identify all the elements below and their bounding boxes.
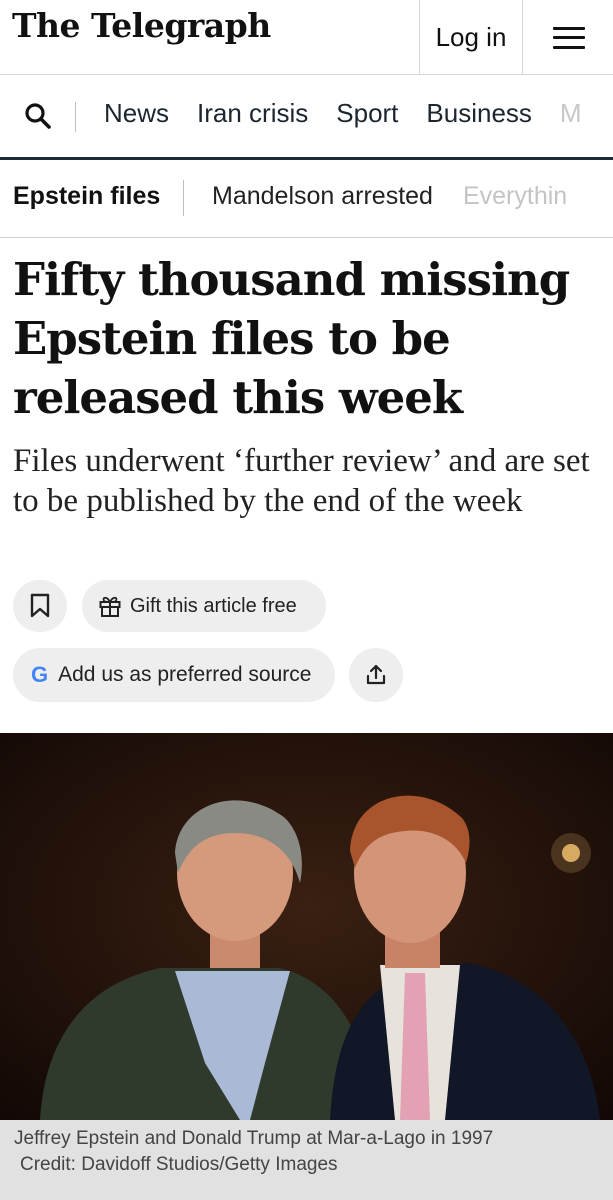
topic-divider bbox=[183, 180, 184, 216]
nav-divider bbox=[75, 102, 76, 132]
bookmark-icon bbox=[30, 593, 50, 618]
preferred-source-label: Add us as preferred source bbox=[58, 663, 312, 686]
nav-item-more[interactable]: M bbox=[560, 98, 582, 129]
topic-everything[interactable]: Everythin bbox=[463, 182, 567, 211]
share-button[interactable] bbox=[349, 648, 403, 702]
nav-item-news[interactable]: News bbox=[104, 98, 169, 129]
site-header: The Telegraph Log in bbox=[0, 0, 613, 75]
photo-caption: Jeffrey Epstein and Donald Trump at Mar-… bbox=[0, 1120, 613, 1200]
topic-nav: Epstein files Mandelson arrested Everyth… bbox=[0, 162, 613, 238]
gift-article-label: Gift this article free bbox=[130, 594, 297, 617]
share-icon bbox=[366, 664, 386, 685]
lead-photo bbox=[0, 733, 613, 1120]
nav-item-iran-crisis[interactable]: Iran crisis bbox=[197, 98, 308, 129]
article-standfirst: Files underwent ‘further review’ and are… bbox=[13, 443, 590, 519]
primary-nav: News Iran crisis Sport Business M bbox=[0, 76, 613, 160]
menu-button[interactable] bbox=[524, 0, 613, 75]
photo-credit: Credit: Davidoff Studios/Getty Images bbox=[20, 1154, 338, 1175]
topic-epstein-files[interactable]: Epstein files bbox=[13, 182, 160, 211]
gift-icon bbox=[99, 596, 121, 617]
nav-item-sport[interactable]: Sport bbox=[336, 98, 398, 129]
telegraph-logo[interactable]: The Telegraph bbox=[12, 6, 271, 45]
bookmark-button[interactable] bbox=[13, 580, 67, 632]
hamburger-menu-icon bbox=[552, 26, 585, 49]
nav-item-business[interactable]: Business bbox=[426, 98, 532, 129]
topic-mandelson-arrested[interactable]: Mandelson arrested bbox=[212, 182, 433, 211]
preferred-source-button[interactable]: G Add us as preferred source bbox=[13, 648, 335, 702]
login-button[interactable]: Log in bbox=[419, 0, 523, 75]
caption-text: Jeffrey Epstein and Donald Trump at Mar-… bbox=[14, 1128, 494, 1149]
search-icon[interactable] bbox=[24, 102, 52, 130]
photo-illustration bbox=[0, 733, 613, 1120]
google-logo-icon: G bbox=[31, 662, 49, 687]
article-headline: Fifty thousand missing Epstein files to … bbox=[13, 253, 570, 424]
gift-article-button[interactable]: Gift this article free bbox=[82, 580, 326, 632]
